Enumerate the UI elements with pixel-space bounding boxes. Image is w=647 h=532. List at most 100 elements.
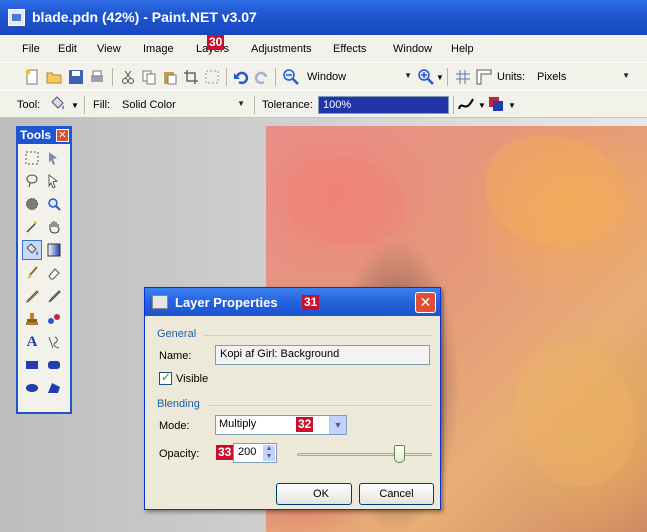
rectangle-select-icon[interactable]	[22, 148, 42, 168]
dialog-close-button[interactable]: ✕	[415, 292, 436, 313]
freeform-shape-icon[interactable]	[44, 378, 64, 398]
opacity-input[interactable]: 200 ▲ ▼	[233, 443, 277, 463]
dialog-title: Layer Properties	[175, 295, 278, 310]
spin-arrows-icon[interactable]: ▲ ▼	[263, 445, 275, 461]
line-curve-icon[interactable]	[44, 332, 64, 352]
paint-bucket-tool-icon[interactable]	[22, 240, 42, 260]
chevron-down-icon[interactable]: ▼	[478, 101, 486, 110]
crop-icon[interactable]	[183, 69, 199, 85]
visible-label: Visible	[176, 373, 209, 385]
chevron-down-icon: ▼	[329, 416, 346, 434]
opacity-slider-thumb[interactable]	[394, 445, 406, 463]
menu-image[interactable]: Image	[143, 43, 174, 55]
callout-badge-31: 31	[302, 295, 320, 310]
zoom-in-icon[interactable]	[418, 69, 434, 85]
fill-select[interactable]: Solid Color ▼	[118, 96, 248, 114]
toolbar-separator	[447, 68, 448, 86]
zoom-tool-icon[interactable]	[44, 194, 64, 214]
new-file-icon[interactable]	[24, 69, 40, 85]
tool-options-toolbar: Tool: ▼ Fill: Solid Color ▼ Tolerance: 1…	[0, 90, 647, 118]
tool-label: Tool:	[17, 99, 41, 111]
text-tool-icon[interactable]: A	[22, 332, 42, 352]
ok-button[interactable]: OK	[276, 483, 352, 505]
units-value: Pixels	[537, 71, 567, 83]
menu-adjustments[interactable]: Adjustments	[251, 43, 312, 55]
tolerance-value: 100%	[323, 99, 352, 111]
close-icon: ✕	[419, 294, 432, 310]
rectangle-tool-icon[interactable]	[22, 355, 42, 375]
paint-bucket-icon[interactable]	[49, 96, 65, 112]
window-title: blade.pdn (42%) - Paint.NET v3.07	[32, 9, 257, 25]
redo-icon[interactable]	[254, 69, 270, 85]
group-divider	[203, 335, 431, 336]
recolor-icon[interactable]	[44, 309, 64, 329]
save-icon[interactable]	[68, 69, 84, 85]
menu-edit[interactable]: Edit	[58, 43, 77, 55]
antialiasing-icon[interactable]	[458, 96, 474, 112]
units-label: Units:	[497, 71, 526, 83]
tools-panel-close-button[interactable]: ✕	[56, 129, 69, 142]
ellipse-tool-icon[interactable]	[22, 378, 42, 398]
blending-group-label: Blending	[157, 398, 200, 410]
move-selection-icon[interactable]	[44, 171, 64, 191]
fill-label: Fill:	[93, 99, 111, 111]
blend-mode-icon[interactable]	[488, 96, 504, 112]
pan-hand-icon[interactable]	[44, 217, 64, 237]
blend-mode-value: Multiply	[219, 418, 257, 430]
menu-window[interactable]: Window	[393, 43, 432, 55]
pencil-icon[interactable]	[22, 286, 42, 306]
ellipse-select-icon[interactable]	[22, 194, 42, 214]
gradient-icon[interactable]	[44, 240, 64, 260]
magic-wand-icon[interactable]	[22, 217, 42, 237]
eraser-icon[interactable]	[44, 263, 64, 283]
color-picker-icon[interactable]	[44, 286, 64, 306]
leaf-texture	[486, 136, 626, 246]
fill-value: Solid Color	[122, 99, 176, 111]
clone-stamp-icon[interactable]	[22, 309, 42, 329]
main-toolbar: Window ▼ ▼ Units: Pixels ▼	[0, 62, 647, 90]
zoom-out-icon[interactable]	[283, 69, 299, 85]
title-bar: blade.pdn (42%) - Paint.NET v3.07	[0, 0, 647, 35]
open-folder-icon[interactable]	[46, 69, 62, 85]
paintbrush-icon[interactable]	[22, 263, 42, 283]
paste-icon[interactable]	[162, 69, 178, 85]
dialog-title-bar[interactable]: Layer Properties ✕	[145, 288, 440, 316]
general-group-label: General	[157, 328, 197, 340]
chevron-down-icon[interactable]: ▼	[71, 101, 79, 110]
toolbar-separator	[112, 68, 113, 86]
deselect-icon[interactable]	[204, 69, 220, 85]
ok-button-label: OK	[313, 488, 329, 500]
rounded-rectangle-icon[interactable]	[44, 355, 64, 375]
print-icon[interactable]	[89, 69, 105, 85]
undo-icon[interactable]	[233, 69, 249, 85]
copy-icon[interactable]	[141, 69, 157, 85]
tools-panel: Tools ✕ A	[16, 126, 72, 414]
menu-view[interactable]: View	[97, 43, 121, 55]
units-select[interactable]: Pixels ▼	[533, 68, 633, 86]
menu-file[interactable]: File	[22, 43, 40, 55]
chevron-down-icon[interactable]: ▼	[436, 73, 444, 82]
leaf-texture	[286, 156, 406, 246]
menu-effects[interactable]: Effects	[333, 43, 366, 55]
opacity-slider-track[interactable]	[297, 453, 432, 456]
lasso-select-icon[interactable]	[22, 171, 42, 191]
move-selected-icon[interactable]	[44, 148, 64, 168]
chevron-down-icon: ▼	[237, 99, 245, 108]
rulers-icon[interactable]	[476, 69, 492, 85]
zoom-value: Window	[307, 71, 347, 83]
chevron-down-icon[interactable]: ▼	[508, 101, 516, 110]
cancel-button-label: Cancel	[379, 488, 414, 500]
zoom-select[interactable]: Window ▼	[303, 68, 415, 86]
tolerance-slider[interactable]: 100%	[318, 96, 449, 114]
cut-icon[interactable]	[120, 69, 136, 85]
chevron-down-icon: ▼	[404, 71, 412, 80]
toolbar-separator	[254, 96, 255, 114]
blend-mode-select[interactable]: Multiply ▼	[215, 415, 347, 435]
cancel-button[interactable]: Cancel	[359, 483, 434, 505]
tolerance-label: Tolerance:	[262, 99, 313, 111]
layer-name-input[interactable]: Kopi af Girl: Background	[215, 345, 430, 365]
menu-help[interactable]: Help	[451, 43, 474, 55]
grid-icon[interactable]	[455, 69, 471, 85]
visible-checkbox[interactable]	[159, 370, 172, 385]
tools-panel-header: Tools ✕	[18, 128, 70, 144]
